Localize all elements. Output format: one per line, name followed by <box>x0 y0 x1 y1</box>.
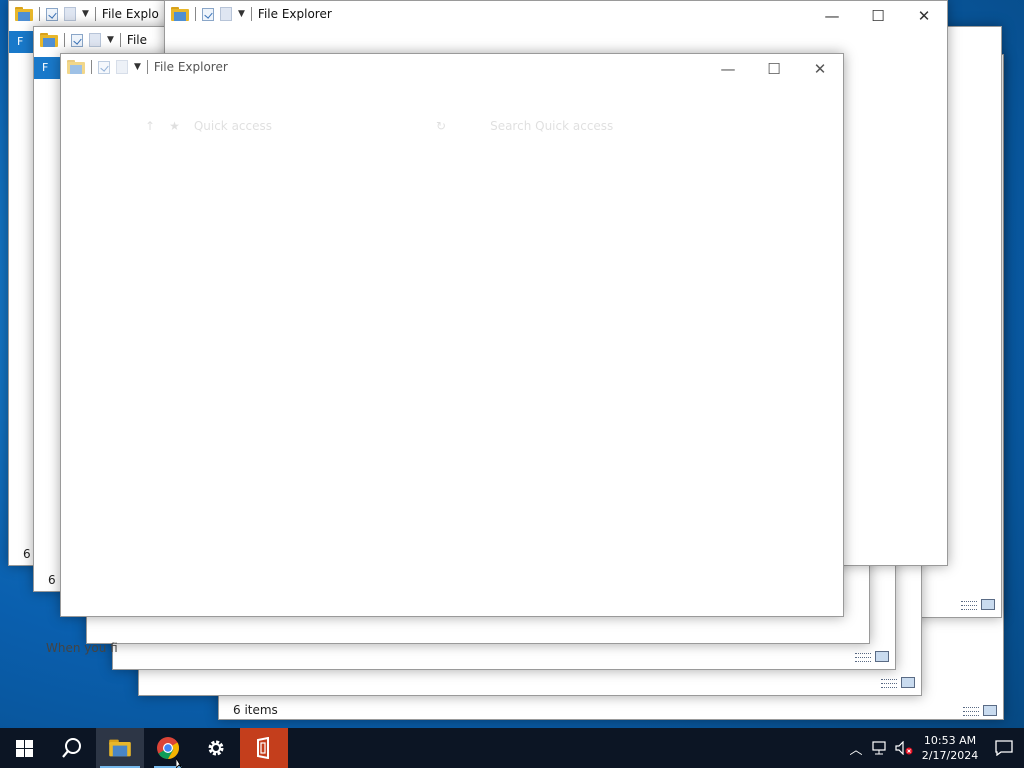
properties-icon[interactable] <box>46 7 58 21</box>
large-icons-view-icon[interactable] <box>875 651 889 662</box>
folder-icon <box>40 33 58 47</box>
status-item-count: 6 items <box>233 703 278 717</box>
quick-access-toolbar: ▼ File Explorer <box>171 7 332 21</box>
search-icon <box>62 738 81 758</box>
hint-text: When you fi <box>46 641 118 655</box>
new-folder-icon[interactable] <box>89 33 101 47</box>
clock[interactable]: 10:53 AM 2/17/2024 <box>916 733 984 763</box>
minimize-button[interactable]: — <box>809 1 855 31</box>
gear-icon <box>208 740 224 756</box>
caption-buttons: — ☐ ✕ <box>705 54 843 84</box>
details-view-icon[interactable] <box>963 705 979 717</box>
taskbar: ︿ 10:53 AM 2/17/2024 <box>0 728 1024 768</box>
chevron-up-icon[interactable]: ︿ <box>844 728 868 768</box>
large-icons-view-icon[interactable] <box>901 677 915 688</box>
search-box[interactable]: Search Quick access <box>490 119 613 133</box>
title-bar[interactable]: ▼ File Explorer — ☐ ✕ <box>165 1 947 31</box>
search-button[interactable] <box>48 728 96 768</box>
start-button[interactable] <box>0 728 48 768</box>
chevron-down-icon[interactable]: ▼ <box>82 9 89 19</box>
taskbar-settings[interactable] <box>192 728 240 768</box>
caption-buttons: — ☐ ✕ <box>809 1 947 31</box>
chrome-icon <box>157 737 179 759</box>
properties-icon[interactable] <box>71 33 83 47</box>
quick-access-toolbar: ▼ File Explo <box>15 7 159 21</box>
file-explorer-icon <box>109 739 131 757</box>
chevron-down-icon[interactable]: ▼ <box>107 35 114 45</box>
folder-icon <box>15 7 33 21</box>
clock-date: 2/17/2024 <box>921 749 979 762</box>
properties-icon[interactable] <box>98 60 110 74</box>
network-icon[interactable] <box>868 728 892 768</box>
taskbar-office[interactable] <box>240 728 288 768</box>
view-toggle[interactable] <box>881 677 915 689</box>
chevron-down-icon[interactable]: ▼ <box>238 9 245 19</box>
explorer-window-front: ▼ File Explorer — ☐ ✕ ↑ ★ Quick access ↻… <box>60 53 844 617</box>
close-button[interactable]: ✕ <box>901 1 947 31</box>
taskbar-file-explorer[interactable] <box>96 728 144 768</box>
volume-muted-icon[interactable] <box>892 728 916 768</box>
window-title: File <box>126 33 148 47</box>
windows-logo-icon <box>15 739 33 757</box>
refresh-icon[interactable]: ↻ <box>436 119 446 133</box>
title-bar[interactable]: ▼ File Explorer — ☐ ✕ <box>61 54 843 84</box>
close-button[interactable]: ✕ <box>797 54 843 84</box>
maximize-button[interactable]: ☐ <box>855 1 901 31</box>
folder-icon <box>67 60 85 74</box>
details-view-icon[interactable] <box>961 599 977 611</box>
mouse-cursor <box>176 758 183 768</box>
new-folder-icon[interactable] <box>116 60 128 74</box>
clock-time: 10:53 AM <box>923 734 977 747</box>
folder-icon <box>171 7 189 21</box>
properties-icon[interactable] <box>202 7 214 21</box>
view-toggle[interactable] <box>963 705 997 717</box>
chevron-down-icon[interactable]: ▼ <box>134 62 141 72</box>
window-title: File Explo <box>101 7 159 21</box>
new-folder-icon[interactable] <box>64 7 76 21</box>
star-icon: ★ <box>169 119 180 133</box>
view-toggle[interactable] <box>855 651 889 663</box>
new-folder-icon[interactable] <box>220 7 232 21</box>
quick-access-toolbar: ▼ File <box>40 33 147 47</box>
address-text[interactable]: Quick access <box>194 119 272 133</box>
notifications-button[interactable] <box>984 728 1024 768</box>
view-toggle[interactable] <box>961 599 995 611</box>
large-icons-view-icon[interactable] <box>983 705 997 716</box>
window-title: File Explorer <box>257 7 332 21</box>
toolbar-separator <box>119 33 121 47</box>
toolbar-separator <box>64 33 65 47</box>
toolbar-separator <box>91 60 92 74</box>
address-bar-ghost: ↑ ★ Quick access ↻ Search Quick access <box>145 116 843 136</box>
large-icons-view-icon[interactable] <box>981 599 995 610</box>
details-view-icon[interactable] <box>855 651 871 663</box>
minimize-button[interactable]: — <box>705 54 751 84</box>
toolbar-separator <box>146 60 148 74</box>
quick-access-toolbar: ▼ File Explorer <box>67 60 228 74</box>
system-tray: ︿ 10:53 AM 2/17/2024 <box>844 728 1024 768</box>
window-title: File Explorer <box>153 60 228 74</box>
notification-icon <box>995 740 1013 756</box>
toolbar-separator <box>94 7 96 21</box>
office-icon <box>257 737 269 759</box>
maximize-button[interactable]: ☐ <box>751 54 797 84</box>
up-arrow-icon[interactable]: ↑ <box>145 119 155 133</box>
details-view-icon[interactable] <box>881 677 897 689</box>
toolbar-separator <box>195 7 196 21</box>
toolbar-separator <box>39 7 40 21</box>
toolbar-separator <box>250 7 252 21</box>
